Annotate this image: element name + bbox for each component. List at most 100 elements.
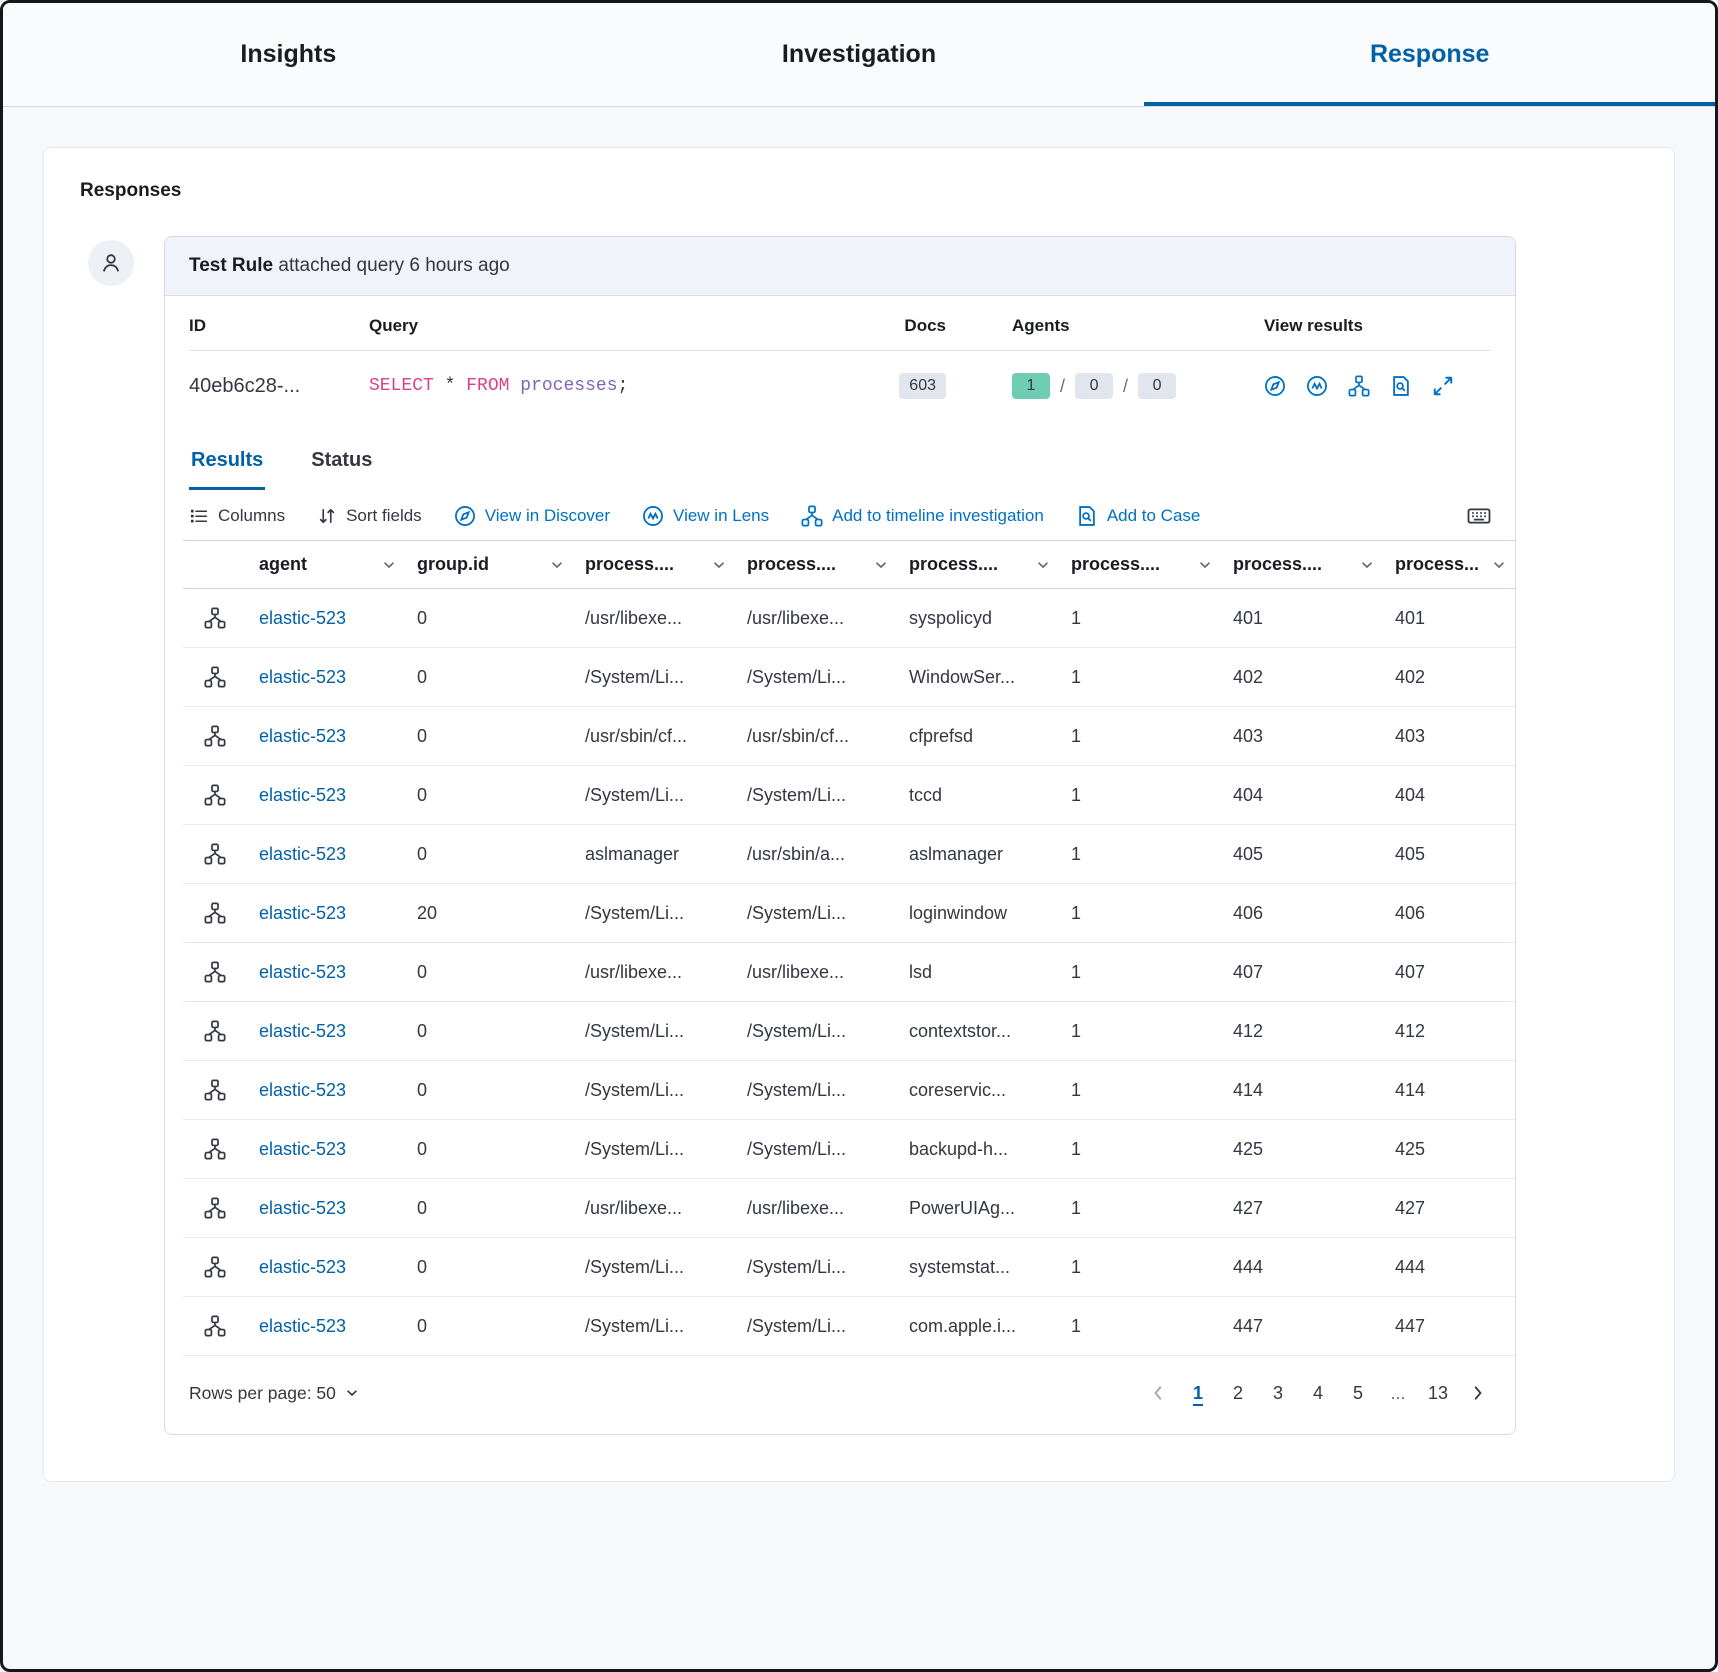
tab-response[interactable]: Response xyxy=(1144,3,1715,106)
grid-cell[interactable]: /usr/libexe... xyxy=(735,1179,897,1238)
grid-cell[interactable]: /usr/sbin/cf... xyxy=(735,707,897,766)
page-button-4[interactable]: 4 xyxy=(1301,1376,1335,1410)
grid-cell[interactable]: /System/Li... xyxy=(735,766,897,825)
grid-cell[interactable]: 0 xyxy=(405,943,573,1002)
grid-cell[interactable]: tccd xyxy=(897,766,1059,825)
grid-column-header-5[interactable]: process.... xyxy=(897,540,1059,589)
agent-link-cell[interactable]: elastic-523 xyxy=(247,825,405,884)
grid-cell[interactable]: 447 xyxy=(1383,1297,1515,1356)
analyze-event-button[interactable] xyxy=(183,1002,247,1061)
grid-cell[interactable]: 1 xyxy=(1059,648,1221,707)
grid-cell[interactable]: 402 xyxy=(1221,648,1383,707)
analyze-event-button[interactable] xyxy=(183,943,247,1002)
grid-cell[interactable]: /System/Li... xyxy=(573,1120,735,1179)
agent-link-cell[interactable]: elastic-523 xyxy=(247,1238,405,1297)
grid-cell[interactable]: 412 xyxy=(1383,1002,1515,1061)
analyze-event-button[interactable] xyxy=(183,1179,247,1238)
add-to-timeline-link[interactable]: Add to timeline investigation xyxy=(801,505,1044,527)
grid-column-header-6[interactable]: process.... xyxy=(1059,540,1221,589)
grid-cell[interactable]: 427 xyxy=(1383,1179,1515,1238)
grid-cell[interactable]: 406 xyxy=(1383,884,1515,943)
view-in-discover-link[interactable]: View in Discover xyxy=(454,505,610,527)
grid-cell[interactable]: 1 xyxy=(1059,825,1221,884)
grid-cell[interactable]: /System/Li... xyxy=(573,884,735,943)
next-page-button[interactable] xyxy=(1461,1376,1495,1410)
grid-cell[interactable]: /usr/sbin/a... xyxy=(735,825,897,884)
add-to-case-link[interactable]: Add to Case xyxy=(1076,505,1201,527)
grid-cell[interactable]: /System/Li... xyxy=(573,1061,735,1120)
grid-cell[interactable]: loginwindow xyxy=(897,884,1059,943)
view-in-lens-link[interactable]: View in Lens xyxy=(642,505,769,527)
grid-cell[interactable]: /System/Li... xyxy=(735,1238,897,1297)
grid-cell[interactable]: 1 xyxy=(1059,707,1221,766)
grid-cell[interactable]: /usr/libexe... xyxy=(573,943,735,1002)
grid-cell[interactable]: 405 xyxy=(1383,825,1515,884)
analyze-event-button[interactable] xyxy=(183,707,247,766)
analyze-event-button[interactable] xyxy=(183,589,247,648)
tab-insights[interactable]: Insights xyxy=(3,3,574,106)
view-in-discover-button[interactable] xyxy=(1264,375,1286,397)
grid-cell[interactable]: 1 xyxy=(1059,1238,1221,1297)
grid-column-header-2[interactable]: group.id xyxy=(405,540,573,589)
grid-cell[interactable]: 405 xyxy=(1221,825,1383,884)
analyze-event-button[interactable] xyxy=(183,766,247,825)
tab-status[interactable]: Status xyxy=(309,425,374,490)
grid-cell[interactable]: 1 xyxy=(1059,766,1221,825)
grid-cell[interactable]: 403 xyxy=(1383,707,1515,766)
grid-cell[interactable]: 402 xyxy=(1383,648,1515,707)
grid-cell[interactable]: aslmanager xyxy=(897,825,1059,884)
page-button-3[interactable]: 3 xyxy=(1261,1376,1295,1410)
expand-results-button[interactable] xyxy=(1432,375,1454,397)
grid-cell[interactable]: /System/Li... xyxy=(573,766,735,825)
grid-cell[interactable]: 1 xyxy=(1059,943,1221,1002)
analyze-event-button[interactable] xyxy=(183,884,247,943)
grid-cell[interactable]: WindowSer... xyxy=(897,648,1059,707)
grid-cell[interactable]: /System/Li... xyxy=(735,1061,897,1120)
grid-cell[interactable]: /System/Li... xyxy=(573,1002,735,1061)
grid-cell[interactable]: 425 xyxy=(1383,1120,1515,1179)
analyze-event-button[interactable] xyxy=(183,1297,247,1356)
grid-cell[interactable]: PowerUIAg... xyxy=(897,1179,1059,1238)
grid-cell[interactable]: /System/Li... xyxy=(573,1297,735,1356)
grid-cell[interactable]: /System/Li... xyxy=(735,1297,897,1356)
grid-cell[interactable]: 401 xyxy=(1383,589,1515,648)
grid-column-header-3[interactable]: process.... xyxy=(573,540,735,589)
grid-cell[interactable]: cfprefsd xyxy=(897,707,1059,766)
grid-cell[interactable]: 1 xyxy=(1059,884,1221,943)
agent-link-cell[interactable]: elastic-523 xyxy=(247,589,405,648)
grid-cell[interactable]: 1 xyxy=(1059,589,1221,648)
grid-cell[interactable]: 0 xyxy=(405,1238,573,1297)
grid-cell[interactable]: 0 xyxy=(405,589,573,648)
grid-cell[interactable]: 0 xyxy=(405,1002,573,1061)
grid-cell[interactable]: 444 xyxy=(1383,1238,1515,1297)
page-button-13[interactable]: 13 xyxy=(1421,1376,1455,1410)
grid-column-header-7[interactable]: process.... xyxy=(1221,540,1383,589)
grid-cell[interactable]: /usr/libexe... xyxy=(573,1179,735,1238)
sort-fields-button[interactable]: Sort fields xyxy=(317,506,422,526)
grid-cell[interactable]: 425 xyxy=(1221,1120,1383,1179)
grid-cell[interactable]: 20 xyxy=(405,884,573,943)
page-button-2[interactable]: 2 xyxy=(1221,1376,1255,1410)
grid-cell[interactable]: /System/Li... xyxy=(735,1002,897,1061)
grid-cell[interactable]: aslmanager xyxy=(573,825,735,884)
grid-cell[interactable]: 406 xyxy=(1221,884,1383,943)
grid-cell[interactable]: /System/Li... xyxy=(573,648,735,707)
analyze-event-button[interactable] xyxy=(183,825,247,884)
grid-cell[interactable]: 0 xyxy=(405,1179,573,1238)
analyze-event-button[interactable] xyxy=(183,1120,247,1179)
grid-cell[interactable]: syspolicyd xyxy=(897,589,1059,648)
grid-cell[interactable]: 427 xyxy=(1221,1179,1383,1238)
grid-cell[interactable]: 414 xyxy=(1221,1061,1383,1120)
add-to-timeline-button[interactable] xyxy=(1348,375,1370,397)
grid-cell[interactable]: 404 xyxy=(1383,766,1515,825)
grid-cell[interactable]: 407 xyxy=(1221,943,1383,1002)
agent-link-cell[interactable]: elastic-523 xyxy=(247,943,405,1002)
tab-results[interactable]: Results xyxy=(189,425,265,490)
grid-cell[interactable]: lsd xyxy=(897,943,1059,1002)
grid-cell[interactable]: /System/Li... xyxy=(735,648,897,707)
page-button-1[interactable]: 1 xyxy=(1181,1376,1215,1410)
grid-cell[interactable]: /System/Li... xyxy=(735,1120,897,1179)
keyboard-shortcuts-button[interactable] xyxy=(1467,504,1491,528)
grid-cell[interactable]: /usr/sbin/cf... xyxy=(573,707,735,766)
columns-button[interactable]: Columns xyxy=(189,506,285,526)
